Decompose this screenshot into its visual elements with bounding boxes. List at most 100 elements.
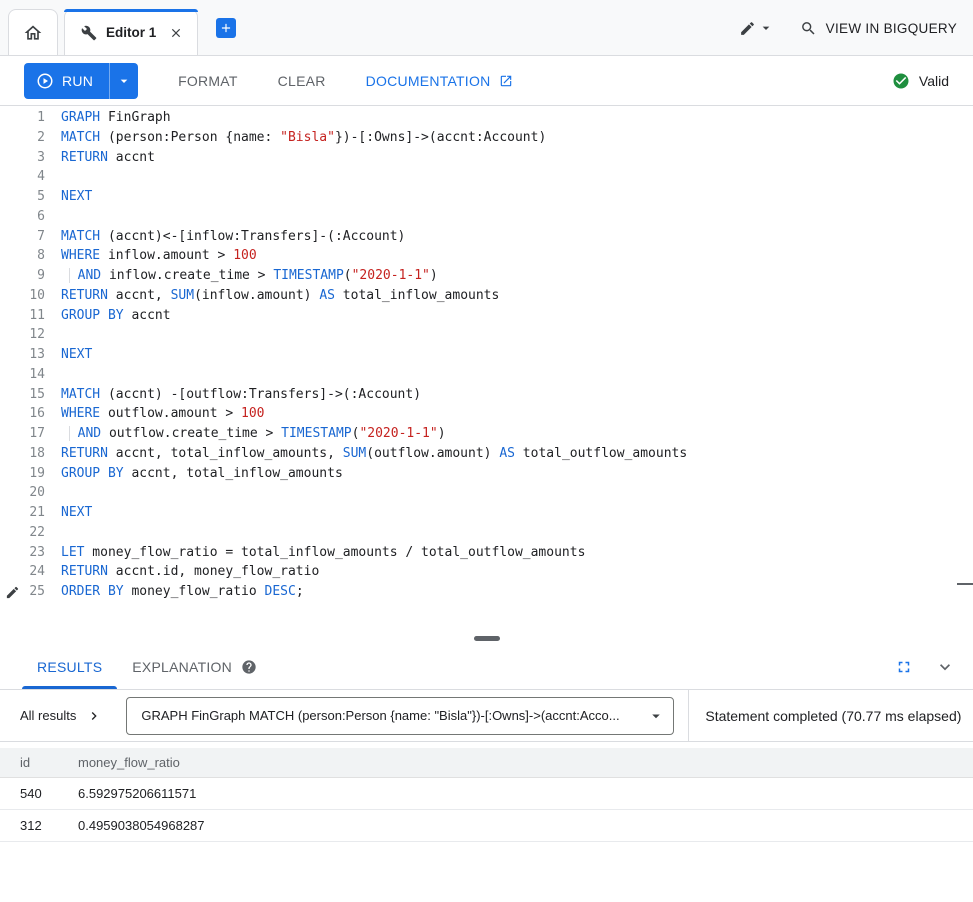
line-number: 23 bbox=[0, 543, 45, 563]
code-text: MATCH (person:Person {name: "Bisla"})-[:… bbox=[61, 128, 546, 148]
line-number: 10 bbox=[0, 286, 45, 306]
magic-wand-button[interactable] bbox=[739, 20, 774, 37]
code-line[interactable]: 20 bbox=[0, 483, 973, 503]
caret-down-icon bbox=[758, 20, 774, 36]
code-text: WHERE inflow.amount > 100 bbox=[61, 246, 257, 266]
code-text: RETURN accnt bbox=[61, 148, 155, 168]
code-line[interactable]: 21 NEXT bbox=[0, 503, 973, 523]
results-rows: 5406.592975206611571 3120.495903805496828… bbox=[0, 778, 973, 842]
code-line[interactable]: 23 LET money_flow_ratio = total_inflow_am… bbox=[0, 543, 973, 563]
code-text: AND outflow.create_time > TIMESTAMP("202… bbox=[61, 424, 446, 444]
editor-toolbar: RUN FORMAT CLEAR DOCUMENTATION Valid bbox=[0, 56, 973, 106]
line-number: 13 bbox=[0, 345, 45, 365]
scrollbar-thumb[interactable] bbox=[957, 583, 973, 585]
table-cell: 6.592975206611571 bbox=[78, 786, 973, 801]
table-row: 3120.4959038054968287 bbox=[0, 810, 973, 842]
code-line[interactable]: 9 AND inflow.create_time > TIMESTAMP("20… bbox=[0, 266, 973, 286]
code-line[interactable]: 10 RETURN accnt, SUM(inflow.amount) AS to… bbox=[0, 286, 973, 306]
format-button[interactable]: FORMAT bbox=[178, 73, 238, 89]
code-line[interactable]: 14 bbox=[0, 365, 973, 385]
line-number: 14 bbox=[0, 365, 45, 385]
code-lines: 1GRAPH FinGraph2MATCH (person:Person {na… bbox=[0, 108, 973, 602]
drag-handle[interactable] bbox=[474, 636, 500, 641]
fullscreen-icon[interactable] bbox=[895, 658, 913, 676]
table-cell: 0.4959038054968287 bbox=[78, 818, 973, 833]
line-number: 8 bbox=[0, 246, 45, 266]
code-line[interactable]: 11GROUP BY accnt bbox=[0, 306, 973, 326]
code-editor[interactable]: 1GRAPH FinGraph2MATCH (person:Person {na… bbox=[0, 106, 973, 632]
code-line[interactable]: 12 bbox=[0, 325, 973, 345]
run-options-button[interactable] bbox=[109, 63, 138, 99]
tab-editor-1[interactable]: Editor 1 bbox=[64, 9, 198, 55]
line-number: 21 bbox=[0, 503, 45, 523]
magic-wand-icon bbox=[739, 20, 756, 37]
results-panel-actions bbox=[895, 657, 955, 677]
chevron-right-icon bbox=[86, 708, 102, 724]
tab-results[interactable]: RESULTS bbox=[22, 644, 117, 689]
code-line[interactable]: 7MATCH (accnt)<-[inflow:Transfers]-(:Acc… bbox=[0, 227, 973, 247]
code-line[interactable]: 24RETURN accnt.id, money_flow_ratio bbox=[0, 562, 973, 582]
line-number: 22 bbox=[0, 523, 45, 543]
code-line[interactable]: 2MATCH (person:Person {name: "Bisla"})-[… bbox=[0, 128, 973, 148]
code-line[interactable]: 18RETURN accnt, total_inflow_amounts, SU… bbox=[0, 444, 973, 464]
view-in-bigquery-button[interactable]: VIEW IN BIGQUERY bbox=[800, 20, 957, 37]
line-number: 17 bbox=[0, 424, 45, 444]
statement-status-text: Statement completed (70.77 ms elapsed) bbox=[705, 708, 961, 724]
bigquery-editor-app: Editor 1 bbox=[0, 0, 973, 842]
code-text: NEXT bbox=[61, 345, 92, 365]
tab-bar: Editor 1 bbox=[0, 0, 973, 56]
tab-explanation[interactable]: EXPLANATION bbox=[117, 644, 272, 689]
code-line[interactable]: 16WHERE outflow.amount > 100 bbox=[0, 404, 973, 424]
table-cell: 540 bbox=[0, 786, 78, 801]
plus-icon bbox=[219, 21, 233, 35]
results-tab-label: RESULTS bbox=[37, 659, 102, 675]
column-header: id bbox=[0, 755, 78, 770]
bigquery-search-icon bbox=[800, 20, 817, 37]
results-toolbar: All results GRAPH FinGraph MATCH (person… bbox=[0, 690, 973, 742]
statement-dropdown[interactable]: GRAPH FinGraph MATCH (person:Person {nam… bbox=[126, 697, 674, 735]
valid-label: Valid bbox=[919, 73, 949, 89]
code-line[interactable]: 13 NEXT bbox=[0, 345, 973, 365]
panel-splitter bbox=[0, 632, 973, 644]
code-text: ORDER BY money_flow_ratio DESC; bbox=[61, 582, 304, 602]
line-number: 20 bbox=[0, 483, 45, 503]
line-number: 12 bbox=[0, 325, 45, 345]
code-line[interactable]: 6 bbox=[0, 207, 973, 227]
documentation-label: DOCUMENTATION bbox=[366, 73, 491, 89]
code-text: RETURN accnt, SUM(inflow.amount) AS tota… bbox=[61, 286, 499, 306]
gemini-edit-icon[interactable] bbox=[5, 585, 20, 600]
statement-status: Statement completed (70.77 ms elapsed) bbox=[688, 690, 973, 741]
code-line[interactable]: 25ORDER BY money_flow_ratio DESC; bbox=[0, 582, 973, 602]
code-line[interactable]: 15 MATCH (accnt) -[outflow:Transfers]->(:… bbox=[0, 385, 973, 405]
code-line[interactable]: 5NEXT bbox=[0, 187, 973, 207]
code-text: LET money_flow_ratio = total_inflow_amou… bbox=[61, 543, 585, 563]
close-tab-icon[interactable] bbox=[167, 24, 185, 42]
explanation-tab-label: EXPLANATION bbox=[132, 659, 232, 675]
line-number: 18 bbox=[0, 444, 45, 464]
results-tab-bar: RESULTS EXPLANATION bbox=[0, 644, 973, 690]
tab-home[interactable] bbox=[8, 9, 58, 55]
code-text: NEXT bbox=[61, 503, 92, 523]
line-number: 9 bbox=[0, 266, 45, 286]
run-split-button: RUN bbox=[24, 63, 138, 99]
code-line[interactable]: 1GRAPH FinGraph bbox=[0, 108, 973, 128]
add-tab-button[interactable] bbox=[216, 18, 236, 38]
help-icon bbox=[241, 659, 257, 675]
caret-down-icon bbox=[116, 73, 132, 89]
code-line[interactable]: 3RETURN accnt bbox=[0, 148, 973, 168]
code-text: MATCH (accnt) -[outflow:Transfers]->(:Ac… bbox=[61, 385, 421, 405]
code-line[interactable]: 4 bbox=[0, 167, 973, 187]
line-number: 15 bbox=[0, 385, 45, 405]
code-text: GROUP BY accnt bbox=[61, 306, 171, 326]
code-line[interactable]: 19GROUP BY accnt, total_inflow_amounts bbox=[0, 464, 973, 484]
run-button[interactable]: RUN bbox=[24, 63, 109, 99]
collapse-chevron-icon[interactable] bbox=[935, 657, 955, 677]
run-label: RUN bbox=[62, 73, 93, 89]
all-results-button[interactable]: All results bbox=[20, 708, 102, 724]
code-line[interactable]: 8 WHERE inflow.amount > 100 bbox=[0, 246, 973, 266]
code-line[interactable]: 17 AND outflow.create_time > TIMESTAMP("… bbox=[0, 424, 973, 444]
tab-bar-actions: VIEW IN BIGQUERY bbox=[739, 0, 957, 56]
code-line[interactable]: 22 bbox=[0, 523, 973, 543]
clear-button[interactable]: CLEAR bbox=[278, 73, 326, 89]
documentation-button[interactable]: DOCUMENTATION bbox=[366, 73, 514, 89]
